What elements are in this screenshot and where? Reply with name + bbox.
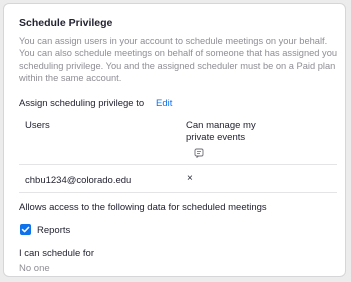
access-label: Allows access to the following data for …	[19, 202, 267, 213]
manage-private-mark: ×	[187, 173, 193, 184]
checkmark-icon	[21, 226, 30, 233]
assign-label: Assign scheduling privilege to	[19, 98, 145, 109]
reports-checkbox[interactable]	[20, 224, 31, 235]
schedule-for-label: I can schedule for	[19, 248, 94, 259]
column-header-users: Users	[25, 120, 50, 131]
info-icon[interactable]	[194, 145, 204, 159]
section-description: You can assign users in your account to …	[19, 36, 338, 83]
table-row-user: chbu1234@colorado.edu	[25, 175, 132, 186]
schedule-for-value: No one	[19, 263, 50, 274]
table-divider	[19, 192, 337, 193]
reports-checkbox-label[interactable]: Reports	[37, 225, 70, 236]
edit-link[interactable]: Edit	[156, 98, 172, 109]
schedule-privilege-card: Schedule Privilege You can assign users …	[3, 3, 346, 277]
column-header-manage-private: Can manage my private events	[186, 120, 256, 143]
table-divider	[19, 164, 337, 165]
section-title: Schedule Privilege	[19, 17, 113, 29]
